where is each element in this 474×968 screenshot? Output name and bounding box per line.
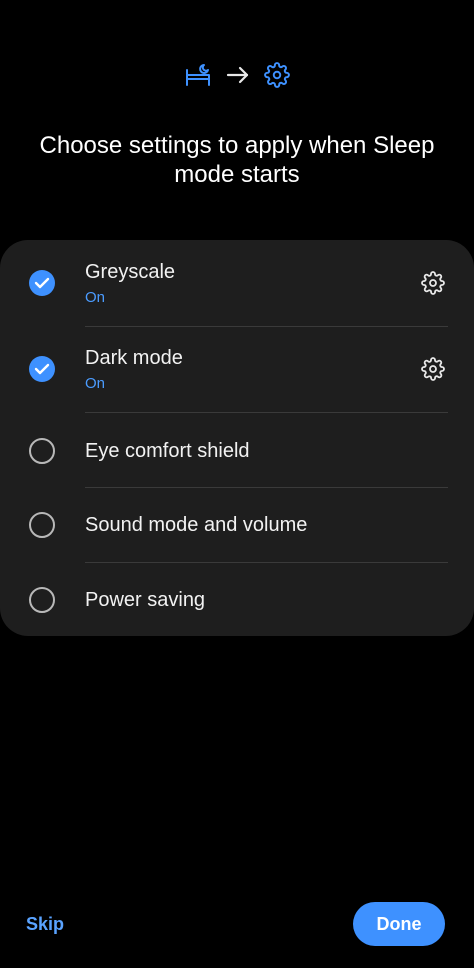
option-power-saving[interactable]: Power saving bbox=[0, 563, 474, 636]
done-button[interactable]: Done bbox=[353, 902, 445, 946]
arrow-right-icon bbox=[226, 63, 250, 87]
dark-mode-label: Dark mode bbox=[85, 347, 183, 369]
header-icons bbox=[0, 58, 474, 92]
gear-icon bbox=[264, 62, 290, 88]
sound-mode-checkbox[interactable] bbox=[29, 512, 55, 538]
skip-button[interactable]: Skip bbox=[26, 912, 64, 936]
checkmark-icon bbox=[34, 277, 50, 289]
option-eye-comfort-shield[interactable]: Eye comfort shield bbox=[0, 413, 474, 487]
power-saving-label: Power saving bbox=[85, 589, 206, 611]
greyscale-checkbox[interactable] bbox=[29, 270, 55, 296]
bed-moon-icon bbox=[184, 61, 212, 89]
greyscale-label: Greyscale bbox=[85, 261, 176, 283]
checkmark-icon bbox=[34, 363, 50, 375]
power-saving-checkbox[interactable] bbox=[29, 587, 55, 613]
eye-comfort-shield-checkbox[interactable] bbox=[29, 438, 55, 464]
greyscale-status: On bbox=[85, 289, 106, 306]
option-greyscale[interactable]: Greyscale On bbox=[0, 240, 474, 326]
option-sound-mode-and-volume[interactable]: Sound mode and volume bbox=[0, 488, 474, 562]
dark-mode-status: On bbox=[85, 375, 106, 392]
greyscale-settings-gear-icon[interactable] bbox=[421, 271, 445, 295]
dark-mode-checkbox[interactable] bbox=[29, 356, 55, 382]
option-dark-mode[interactable]: Dark mode On bbox=[0, 327, 474, 413]
eye-comfort-shield-label: Eye comfort shield bbox=[85, 440, 250, 462]
page-title: Choose settings to apply when Sleep mode… bbox=[39, 132, 435, 188]
settings-list: Greyscale On Dark mode On Eye comfort sh… bbox=[0, 240, 474, 636]
sound-mode-label: Sound mode and volume bbox=[85, 514, 308, 536]
dark-mode-settings-gear-icon[interactable] bbox=[421, 357, 445, 381]
